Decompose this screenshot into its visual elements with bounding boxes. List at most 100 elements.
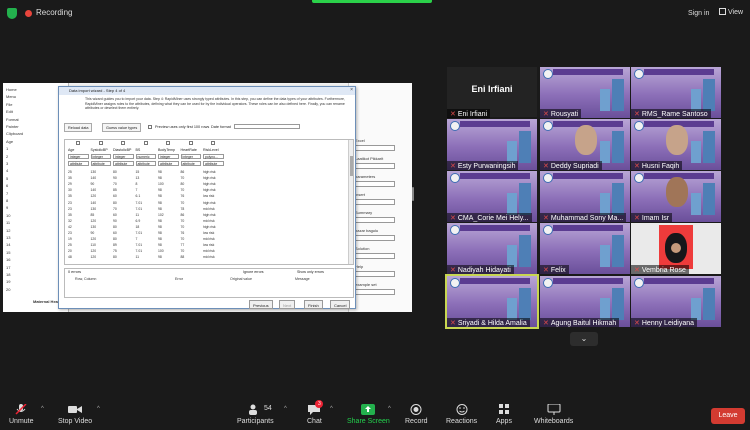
- column-role-select[interactable]: attribute: [180, 161, 201, 166]
- chat-caret[interactable]: ^: [330, 406, 333, 412]
- whiteboards-button[interactable]: Whiteboards: [534, 404, 573, 425]
- column-name[interactable]: DiastolicBP: [113, 148, 131, 152]
- column-include-checkbox[interactable]: [143, 141, 148, 145]
- participant-tile[interactable]: ✕ Esty Purwaningsih: [447, 119, 537, 170]
- muted-mic-icon: ✕: [634, 111, 640, 118]
- participant-tile[interactable]: ✕ Eni Irfiani: [447, 67, 537, 118]
- unmute-caret[interactable]: ^: [41, 406, 44, 412]
- participant-tile[interactable]: ✕ Nadiyah Hidayati: [447, 223, 537, 274]
- unmute-button[interactable]: Unmute: [9, 404, 34, 425]
- column-name[interactable]: BodyTemp: [158, 148, 175, 152]
- participant-tile[interactable]: ✕ Vembria Rose: [631, 223, 721, 274]
- column-type-select[interactable]: polyno...: [203, 154, 224, 159]
- column-role-select[interactable]: attribute: [203, 161, 224, 166]
- share-caret[interactable]: ^: [388, 406, 391, 412]
- participant-name: ✕ Felix: [540, 265, 569, 274]
- participant-name-text: Muhammad Sony Ma...: [550, 215, 624, 222]
- panel-resize-handle[interactable]: [412, 187, 414, 201]
- participant-tile[interactable]: ✕ Henny Leidiyana: [631, 276, 721, 327]
- participant-tile[interactable]: ✕ Husni Faqih: [631, 119, 721, 170]
- right-pane-field[interactable]: [355, 289, 395, 295]
- vertical-scrollbar[interactable]: [348, 140, 353, 264]
- show-only-errors-checkbox[interactable]: Show only errors: [297, 270, 324, 274]
- column-name[interactable]: HeartRate: [181, 148, 197, 152]
- column-type-select[interactable]: integer: [158, 154, 179, 159]
- chevron-down-icon[interactable]: ⌄: [570, 332, 598, 346]
- stop-video-button[interactable]: Stop Video: [58, 404, 92, 425]
- sheet-tab[interactable]: Maternal Hea: [33, 299, 58, 304]
- close-icon[interactable]: ×: [350, 88, 353, 93]
- leave-button[interactable]: Leave: [711, 408, 745, 424]
- shared-screen[interactable]: Home Menu File Edit Format Painter Clipboard Ag…: [3, 83, 412, 312]
- date-format-select[interactable]: [234, 124, 300, 129]
- next-button[interactable]: Next: [279, 300, 296, 309]
- column-name[interactable]: BS: [136, 148, 141, 152]
- column-include-checkbox[interactable]: [121, 141, 125, 145]
- chat-button[interactable]: 3 Chat: [307, 400, 324, 425]
- right-pane-field[interactable]: [355, 199, 395, 205]
- column-include-checkbox[interactable]: [211, 141, 215, 145]
- record-button[interactable]: Record: [405, 404, 428, 425]
- column-name[interactable]: Age: [68, 148, 74, 152]
- column-type-select[interactable]: integer: [113, 154, 134, 159]
- column-name[interactable]: RiskLevel: [203, 148, 219, 152]
- participant-tile[interactable]: ✕ Sriyadi & Hilda Amalia: [445, 274, 539, 329]
- participant-tile[interactable]: ✕ Muhammad Sony Ma...: [540, 171, 630, 222]
- guess-types-button[interactable]: Guess value types: [102, 123, 142, 132]
- participant-name-text: Felix: [550, 267, 566, 274]
- video-caret[interactable]: ^: [97, 406, 100, 412]
- data-preview-grid[interactable]: Age integer attribute SystolicBP integer attr…: [64, 139, 354, 265]
- preview-checkbox[interactable]: [148, 125, 152, 129]
- participant-tile[interactable]: ✕ Imam Isr: [631, 171, 721, 222]
- ignore-errors-checkbox[interactable]: Ignore errors: [243, 270, 264, 274]
- right-pane-field[interactable]: [355, 271, 395, 277]
- column-type-select[interactable]: integer: [90, 154, 111, 159]
- participants-caret[interactable]: ^: [284, 406, 287, 412]
- participant-tile[interactable]: ✕ Agung Baitul Hikmah: [540, 276, 630, 327]
- column-role-select[interactable]: attribute: [135, 161, 156, 166]
- right-pane-field[interactable]: [355, 235, 395, 241]
- logo-icon: [543, 173, 553, 183]
- cancel-button[interactable]: Cancel: [330, 300, 351, 309]
- column-include-checkbox[interactable]: [98, 141, 103, 145]
- shield-icon[interactable]: [7, 8, 17, 19]
- column-include-checkbox[interactable]: [166, 141, 170, 145]
- right-pane-field[interactable]: [355, 217, 395, 223]
- column-include-checkbox[interactable]: [188, 141, 193, 145]
- previous-button[interactable]: Previous: [249, 300, 273, 309]
- sidebar-row: Home: [6, 87, 17, 92]
- column-include-checkbox[interactable]: [76, 141, 80, 145]
- right-pane-field[interactable]: [355, 181, 395, 187]
- column-type-select[interactable]: integer: [180, 154, 201, 159]
- participant-tile[interactable]: ✕ CMA_Corie Mei Hely...: [447, 171, 537, 222]
- column-role-select[interactable]: attribute: [68, 161, 89, 166]
- column-type-select[interactable]: numeric: [135, 154, 156, 159]
- column-role-select[interactable]: attribute: [158, 161, 179, 166]
- right-pane-field[interactable]: [355, 253, 395, 259]
- sidebar-row: 11: [6, 220, 11, 226]
- finish-button[interactable]: Finish: [304, 300, 323, 309]
- table-cell: 90: [90, 231, 95, 235]
- column-type-select[interactable]: integer: [68, 154, 89, 159]
- table-cell: high risk: [203, 212, 216, 217]
- share-screen-button[interactable]: Share Screen: [347, 404, 390, 425]
- right-pane-field[interactable]: [355, 145, 395, 151]
- participant-tile[interactable]: ✕ Rousyati: [540, 67, 630, 118]
- view-button[interactable]: View: [719, 8, 743, 16]
- reload-data-button[interactable]: Reload data: [64, 123, 93, 132]
- participant-tile[interactable]: ✕ Felix: [540, 223, 630, 274]
- building-image: [703, 288, 715, 320]
- column-role-select[interactable]: attribute: [113, 161, 134, 166]
- column-role-select[interactable]: attribute: [90, 161, 111, 166]
- sidebar-row: 8: [6, 198, 9, 203]
- column-name[interactable]: SystolicBP: [91, 148, 108, 152]
- right-pane-field[interactable]: [355, 163, 395, 169]
- scroll-thumb[interactable]: [350, 156, 353, 176]
- participant-tile[interactable]: ✕ Deddy Supriadi: [540, 119, 630, 170]
- reactions-button[interactable]: Reactions: [446, 404, 477, 425]
- table-cell: 76: [180, 194, 185, 199]
- apps-button[interactable]: Apps: [496, 404, 512, 425]
- sign-in-link[interactable]: Sign in: [688, 10, 709, 17]
- participant-tile[interactable]: ✕ RMS_Rame Santoso: [631, 67, 721, 118]
- table-cell: 130: [90, 224, 97, 229]
